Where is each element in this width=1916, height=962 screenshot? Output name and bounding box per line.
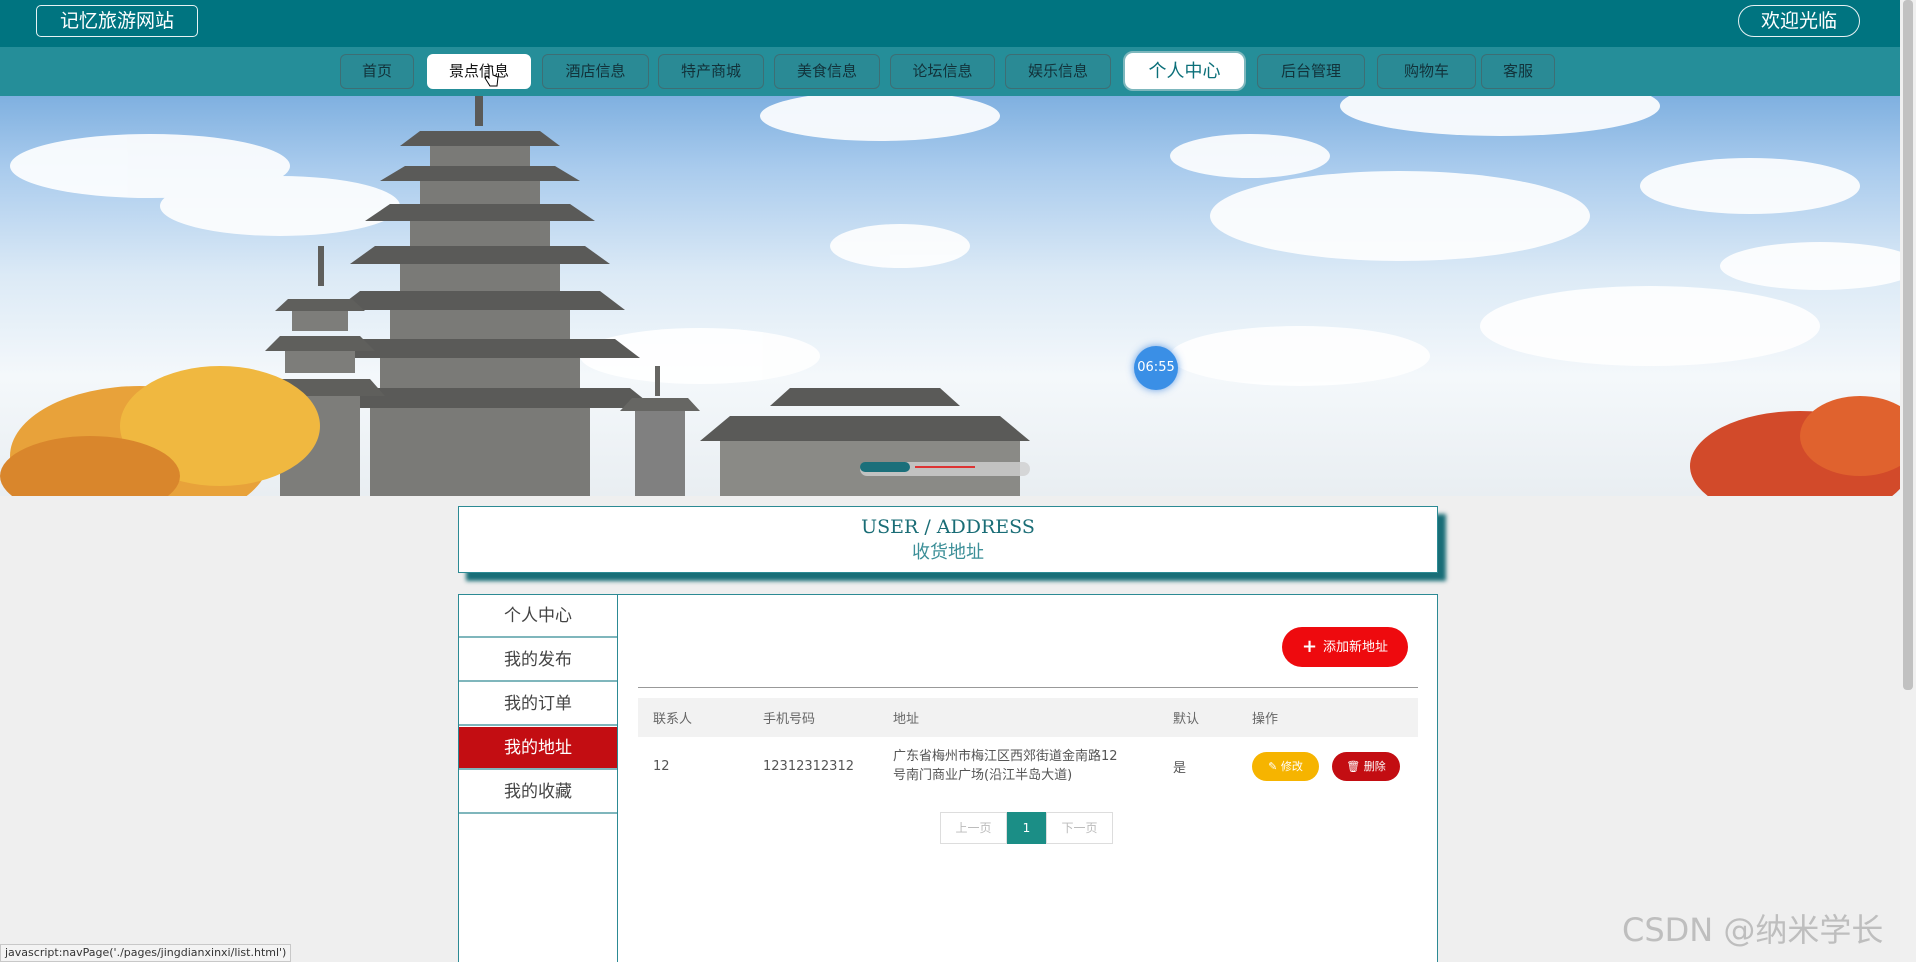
scrollbar-thumb[interactable]: [1903, 0, 1913, 690]
table-header: 联系人 手机号码 地址 默认 操作: [638, 698, 1418, 737]
pencil-icon: ✎: [1268, 760, 1278, 773]
main-nav: 首页 景点信息 酒店信息 特产商城 美食信息 论坛信息 娱乐信息 个人中心 后台…: [0, 47, 1900, 96]
top-header: 记忆旅游网站 欢迎光临: [0, 0, 1900, 47]
column-header-phone: 手机号码: [763, 712, 816, 727]
next-page-button[interactable]: 下一页: [1046, 812, 1113, 844]
contact-cell: 12: [653, 758, 670, 774]
nav-specialty-shop[interactable]: 特产商城: [658, 54, 764, 89]
status-bar: javascript:navPage('./pages/jingdianxinx…: [0, 944, 292, 962]
divider: [638, 687, 1418, 688]
address-line-1: 广东省梅州市梅江区西郊街道金南路12: [893, 749, 1118, 764]
site-title[interactable]: 记忆旅游网站: [36, 5, 198, 37]
nav-admin[interactable]: 后台管理: [1257, 54, 1365, 89]
carousel-indicator[interactable]: [860, 462, 1030, 476]
nav-cart[interactable]: 购物车: [1377, 54, 1476, 89]
nav-attractions[interactable]: 景点信息: [427, 54, 531, 89]
nav-forum[interactable]: 论坛信息: [890, 54, 995, 89]
add-address-label: 添加新地址: [1323, 640, 1389, 655]
sidebar-item-my-posts[interactable]: 我的发布: [459, 639, 617, 682]
address-table: 联系人 手机号码 地址 默认 操作 12 12312312312 广东省梅州市梅…: [638, 698, 1418, 795]
nav-food[interactable]: 美食信息: [774, 54, 880, 89]
column-header-address: 地址: [893, 712, 920, 727]
section-title-box: USER / ADDRESS 收货地址: [458, 506, 1438, 573]
default-cell: 是: [1173, 760, 1187, 776]
delete-label: 删除: [1363, 760, 1386, 773]
sidebar-item-my-address[interactable]: 我的地址: [459, 727, 617, 770]
address-cell: 广东省梅州市梅江区西郊街道金南路12 号南门商业广场(沿江半岛大道): [893, 737, 1143, 795]
pagination: 上一页 1 下一页: [940, 812, 1113, 844]
table-row: 12 12312312312 广东省梅州市梅江区西郊街道金南路12 号南门商业广…: [638, 737, 1418, 795]
phone-cell: 12312312312: [763, 758, 854, 774]
sidebar-item-my-favorites[interactable]: 我的收藏: [459, 771, 617, 814]
sidebar-item-my-orders[interactable]: 我的订单: [459, 683, 617, 726]
trash-icon: 🗑: [1346, 760, 1361, 773]
hero-banner: 06:55: [0, 96, 1900, 496]
nav-hotels[interactable]: 酒店信息: [542, 54, 649, 89]
nav-personal-center[interactable]: 个人中心: [1123, 51, 1246, 91]
delete-address-button[interactable]: 🗑 删除: [1332, 752, 1400, 781]
nav-entertainment[interactable]: 娱乐信息: [1005, 54, 1111, 89]
nav-home[interactable]: 首页: [340, 54, 414, 89]
prev-page-button[interactable]: 上一页: [940, 812, 1007, 844]
column-header-default: 默认: [1173, 712, 1200, 727]
edit-address-button[interactable]: ✎ 修改: [1252, 752, 1319, 781]
hand-cursor-icon: [484, 65, 499, 87]
plus-icon: +: [1301, 636, 1318, 657]
watermark: CSDN @纳米学长: [1622, 911, 1884, 949]
section-title-en: USER / ADDRESS: [861, 516, 1035, 538]
address-line-2: 号南门商业广场(沿江半岛大道): [893, 768, 1073, 783]
add-address-button[interactable]: + 添加新地址: [1282, 627, 1408, 667]
section-title-cn: 收货地址: [912, 542, 984, 563]
time-badge: 06:55: [1134, 346, 1178, 390]
sidebar-item-personal-center[interactable]: 个人中心: [459, 595, 617, 638]
address-panel: + 添加新地址 联系人 手机号码 地址 默认 操作 12 12312312312 …: [618, 594, 1438, 962]
pagoda-scene-image: [0, 96, 1900, 496]
user-sidebar: 个人中心 我的发布 我的订单 我的地址 我的收藏: [458, 594, 618, 962]
nav-customer-service[interactable]: 客服: [1481, 54, 1555, 89]
welcome-badge: 欢迎光临: [1738, 5, 1860, 37]
edit-label: 修改: [1280, 760, 1303, 773]
column-header-contact: 联系人: [653, 712, 693, 727]
column-header-actions: 操作: [1252, 712, 1279, 727]
current-page-button[interactable]: 1: [1007, 812, 1046, 844]
